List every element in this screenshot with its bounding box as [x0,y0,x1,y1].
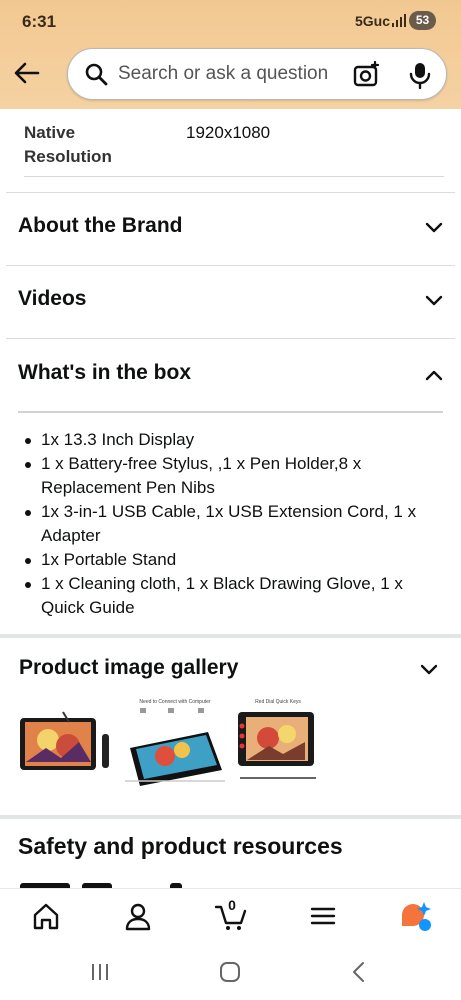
list-item: 1x 13.3 Inch Display [22,428,442,452]
section-whats-in-the-box[interactable]: What's in the box [0,339,461,411]
system-nav-bar [0,944,461,1000]
section-title: About the Brand [18,214,183,237]
box-contents-list: 1x 13.3 Inch Display 1 x Battery-free St… [22,428,442,620]
camera-search-icon[interactable] [353,61,381,89]
section-about-the-brand[interactable]: About the Brand [0,192,461,264]
cut-off-heading [20,880,190,888]
search-input[interactable] [118,60,343,88]
gallery-thumbnail[interactable]: Need to Connect with Computer [120,696,230,791]
status-time: 6:31 [22,12,57,31]
spec-row: Native Resolution 1920x1080 [0,109,461,189]
section-separator [0,634,461,638]
thumb-caption: Need to Connect with Computer [139,699,210,705]
divider [18,411,443,413]
gallery-thumbnail[interactable] [18,696,118,791]
section-title: Videos [18,287,87,310]
chevron-up-icon [425,370,443,381]
divider [24,176,444,177]
rufus-assistant-icon[interactable] [398,899,432,933]
chevron-down-icon [425,295,443,306]
chevron-down-icon [425,222,443,233]
list-item: 1 x Battery-free Stylus, ,1 x Pen Holder… [22,452,442,500]
signal-icon [392,14,406,27]
list-item: 1 x Cleaning cloth, 1 x Black Drawing Gl… [22,572,442,620]
battery-icon: 53 [409,11,436,30]
gallery-thumbnail[interactable]: Red Dial Quick Keys [232,696,324,791]
network-type: 5Guc [355,13,391,29]
list-item: 1x 3-in-1 USB Cable, 1x USB Extension Co… [22,500,442,548]
back-button-icon[interactable] [348,960,372,984]
app-header: 6:31 5Guc 53 [0,0,461,109]
account-icon[interactable] [121,899,155,933]
cart-button[interactable]: 0 [214,897,248,933]
status-bar: 6:31 5Guc 53 [0,0,461,40]
spec-label: Native Resolution [24,123,112,166]
spec-value: 1920x1080 [186,123,271,142]
section-videos[interactable]: Videos [0,265,461,337]
thumb-caption: Red Dial Quick Keys [255,699,301,705]
bottom-nav: 0 [0,888,461,944]
section-separator [0,815,461,819]
recent-apps-icon[interactable] [88,960,112,984]
home-icon[interactable] [29,899,63,933]
chevron-down-icon[interactable] [419,660,439,680]
section-title: What's in the box [18,361,191,384]
list-item: 1x Portable Stand [22,548,442,572]
cart-count: 0 [228,897,236,913]
section-title-safety[interactable]: Safety and product resources [18,833,343,860]
menu-icon[interactable] [306,899,340,933]
microphone-icon[interactable] [408,61,432,89]
section-title: Product image gallery [19,656,239,679]
home-button-icon[interactable] [218,960,242,984]
search-icon [85,63,108,86]
back-arrow-icon[interactable] [12,58,42,88]
search-bar[interactable] [67,48,447,100]
